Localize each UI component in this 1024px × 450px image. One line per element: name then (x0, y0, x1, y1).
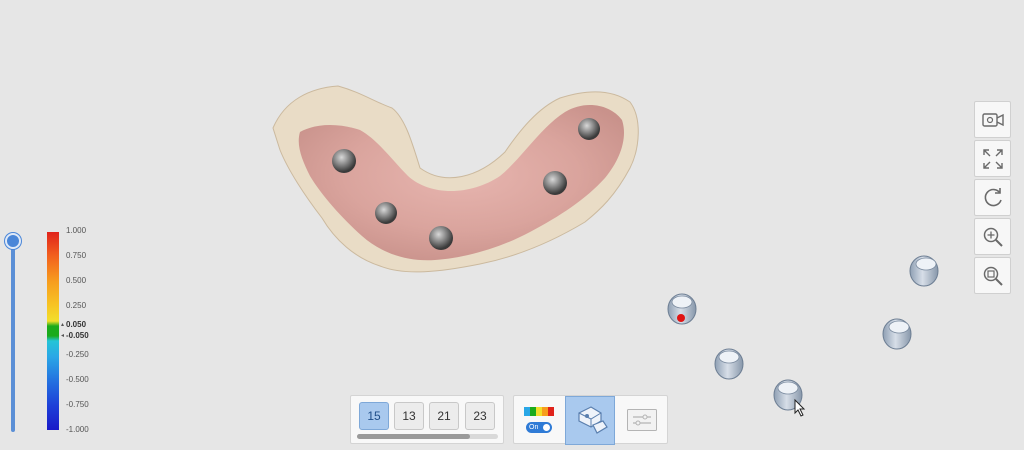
zoom-fit-icon (983, 266, 1003, 286)
deviation-map-button[interactable]: On (514, 396, 564, 445)
deviation-color-bar (47, 232, 59, 430)
record-video-icon (981, 112, 1004, 127)
scan-body-1[interactable] (667, 293, 697, 325)
zoom-in-icon (983, 227, 1003, 247)
colorbar-label-tolerance-upper: 0.050 (66, 320, 87, 329)
tooth-selector-panel: 15 13 21 23 (350, 395, 504, 444)
colorbar-label: -0.750 (66, 400, 89, 409)
settings-sliders-icon (627, 409, 657, 431)
tooth-button-13[interactable]: 13 (394, 402, 424, 430)
tolerance-lower-arrow-icon[interactable]: ◂ (61, 332, 64, 340)
3d-viewport[interactable] (0, 0, 1024, 450)
opacity-slider-handle[interactable] (5, 233, 21, 249)
colorbar-label: 1.000 (66, 226, 87, 235)
view-settings-button[interactable] (617, 396, 667, 445)
zoom-fit-button[interactable] (974, 257, 1011, 294)
display-controls-panel: On (513, 395, 668, 445)
scan-body-4[interactable] (882, 318, 912, 350)
selected-marker (677, 314, 685, 322)
tooth-button-23[interactable]: 23 (465, 402, 495, 430)
scan-body-icon (578, 406, 608, 434)
colorbar-label-tolerance-lower: -0.050 (66, 331, 89, 340)
tooth-button-15[interactable]: 15 (359, 402, 389, 430)
fit-to-screen-button[interactable] (974, 140, 1011, 177)
record-video-button[interactable] (974, 101, 1011, 138)
color-map-icon (524, 407, 554, 416)
colorbar-label: 0.250 (66, 301, 87, 310)
toggle-knob (543, 424, 550, 431)
tooth-scrollbar-track[interactable] (357, 434, 498, 439)
scan-body-2[interactable] (714, 348, 744, 380)
zoom-in-button[interactable] (974, 218, 1011, 255)
tooth-scrollbar-thumb[interactable] (357, 434, 470, 439)
colorbar-label: -0.250 (66, 350, 89, 359)
fit-to-screen-icon (982, 148, 1003, 169)
scan-body-5[interactable] (909, 255, 939, 287)
colorbar-label: 0.750 (66, 251, 87, 260)
scan-canvas (272, 85, 939, 417)
colorbar-label: -1.000 (66, 425, 89, 434)
tolerance-upper-arrow-icon[interactable]: ▴ (61, 321, 64, 329)
toggle-label: On (529, 424, 539, 431)
opacity-slider-track[interactable] (11, 240, 15, 432)
reset-view-button[interactable] (974, 179, 1011, 216)
scan-body-view-button[interactable] (565, 396, 615, 445)
colorbar-label: -0.500 (66, 375, 89, 384)
deviation-toggle[interactable]: On (526, 422, 552, 433)
reset-view-icon (984, 187, 1002, 206)
tooth-button-21[interactable]: 21 (429, 402, 459, 430)
colorbar-label: 0.500 (66, 276, 87, 285)
